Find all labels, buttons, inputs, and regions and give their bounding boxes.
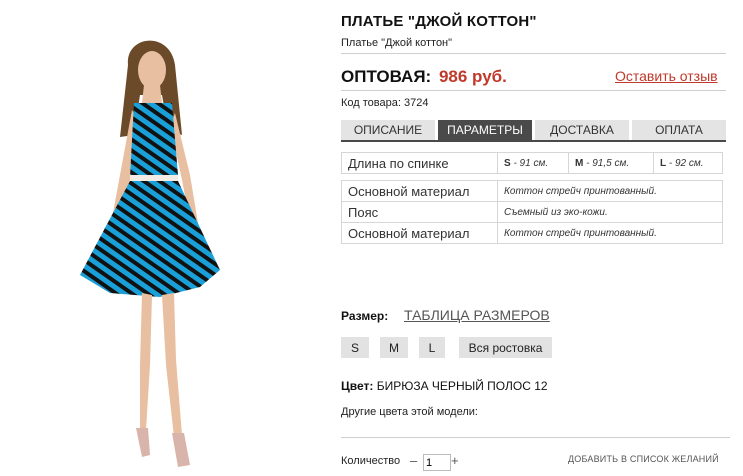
- color-label: Цвет:: [341, 379, 374, 393]
- leave-review-link[interactable]: Оставить отзыв: [615, 68, 718, 84]
- product-tabs: ОПИСАНИЕ ПАРАМЕТРЫ ДОСТАВКА ОПЛАТА: [341, 120, 726, 140]
- price-row: ОПТОВАЯ: 986 руб.: [341, 67, 507, 87]
- color-value: БИРЮЗА ЧЕРНЫЙ ПОЛОС 12: [376, 379, 548, 393]
- size-button-s[interactable]: S: [341, 337, 369, 358]
- color-row: Цвет: БИРЮЗА ЧЕРНЫЙ ПОЛОС 12: [341, 379, 548, 393]
- parameters-table: Длина по спинке S - 91 см. M - 91,5 см. …: [341, 152, 723, 244]
- param-label: Основной материал: [341, 222, 498, 244]
- divider: [341, 90, 726, 91]
- size-button-m[interactable]: M: [380, 337, 408, 358]
- size-button-l[interactable]: L: [419, 337, 445, 358]
- size-label: Размер:: [341, 309, 389, 323]
- table-row: Пояс Съемный из эко-кожи.: [341, 201, 723, 223]
- quantity-input[interactable]: [423, 454, 451, 471]
- tab-delivery[interactable]: ДОСТАВКА: [535, 120, 629, 140]
- param-value: M - 91,5 см.: [568, 152, 654, 174]
- other-colors-label: Другие цвета этой модели:: [341, 406, 478, 418]
- quantity-decrease-button[interactable]: –: [410, 453, 417, 468]
- param-label: Длина по спинке: [341, 152, 498, 174]
- param-label: Основной материал: [341, 180, 498, 202]
- divider: [341, 53, 726, 54]
- param-value: L - 92 см.: [653, 152, 723, 174]
- add-to-wishlist-link[interactable]: ДОБАВИТЬ В СПИСОК ЖЕЛАНИЙ: [568, 454, 719, 464]
- price-label: ОПТОВАЯ:: [341, 67, 432, 86]
- table-row: Основной материал Коттон стрейч принтова…: [341, 180, 723, 202]
- tab-description[interactable]: ОПИСАНИЕ: [341, 120, 435, 140]
- table-row: Основной материал Коттон стрейч принтова…: [341, 222, 723, 244]
- quantity-label: Количество: [341, 455, 401, 467]
- param-value: S - 91 см.: [497, 152, 569, 174]
- product-photo: [80, 40, 220, 467]
- tabs-underline: [341, 140, 726, 142]
- divider: [341, 437, 730, 438]
- tab-payment[interactable]: ОПЛАТА: [632, 120, 726, 140]
- tab-parameters[interactable]: ПАРАМЕТРЫ: [438, 120, 532, 140]
- size-chart-link[interactable]: ТАБЛИЦА РАЗМЕРОВ: [404, 307, 550, 323]
- param-label: Пояс: [341, 201, 498, 223]
- param-value: Коттон стрейч принтованный.: [497, 180, 723, 202]
- table-row: Длина по спинке S - 91 см. M - 91,5 см. …: [341, 152, 723, 174]
- product-subtitle: Платье "Джой коттон": [341, 37, 453, 49]
- param-value: Коттон стрейч принтованный.: [497, 222, 723, 244]
- product-title: ПЛАТЬЕ "ДЖОЙ КОТТОН": [341, 13, 537, 30]
- param-value: Съемный из эко-кожи.: [497, 201, 723, 223]
- price-value: 986 руб.: [438, 67, 507, 86]
- quantity-increase-button[interactable]: +: [451, 453, 459, 468]
- all-sizes-button[interactable]: Вся ростовка: [459, 337, 552, 358]
- product-sku: Код товара: 3724: [341, 97, 429, 109]
